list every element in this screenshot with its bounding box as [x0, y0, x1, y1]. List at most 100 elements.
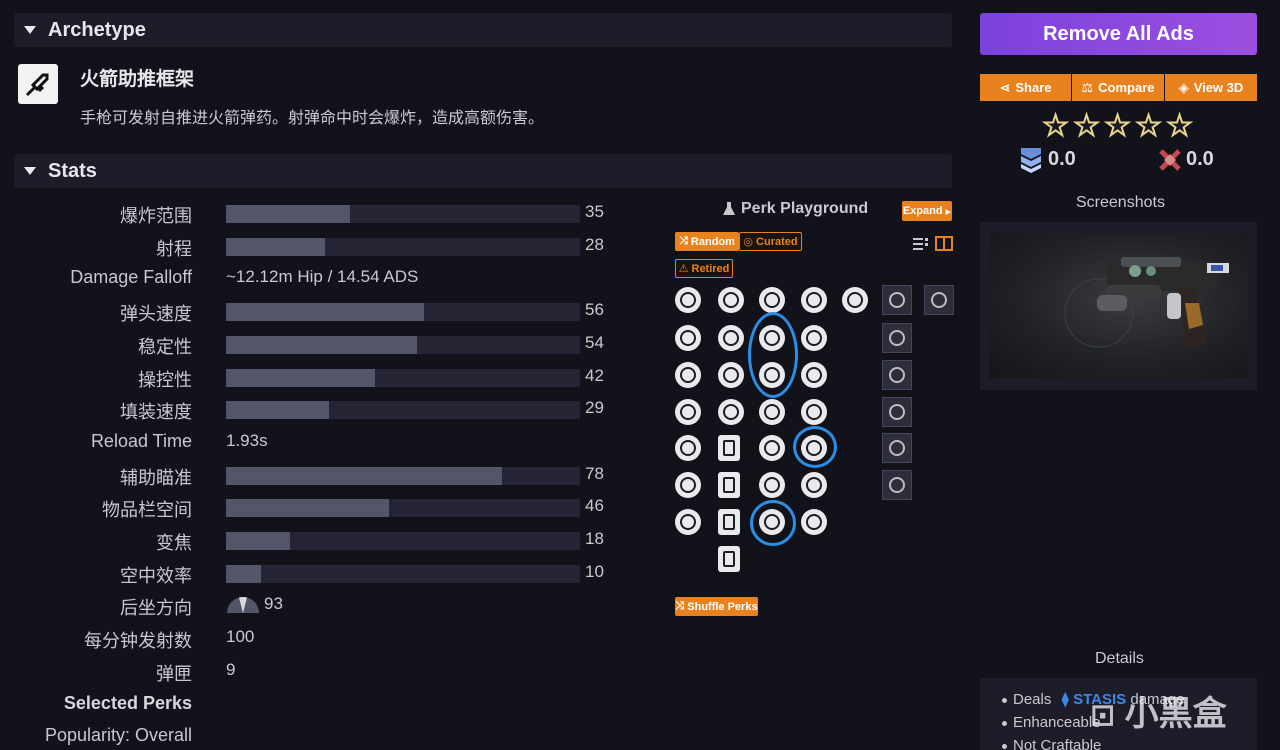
stat-value: 18 — [585, 529, 604, 548]
weapon-screenshot[interactable] — [989, 233, 1248, 378]
perk-icon[interactable] — [801, 472, 827, 498]
stat-label: 弹匣 — [156, 663, 192, 684]
perk-icon[interactable] — [675, 287, 701, 313]
stat-row: 空中效率 10 — [0, 557, 620, 587]
perk-icon[interactable] — [718, 509, 740, 535]
perk-icon[interactable] — [801, 287, 827, 313]
popularity-row: Popularity: Overall — [0, 720, 620, 750]
star-icon[interactable]: ★ — [1104, 111, 1131, 141]
star-icon[interactable]: ★ — [1073, 111, 1100, 141]
stat-row: Reload Time 1.93s — [0, 426, 620, 456]
star-icon[interactable]: ★ — [1166, 111, 1193, 141]
retired-button[interactable]: ⚠ Retired — [675, 259, 733, 278]
selected-perk-ring — [793, 426, 837, 468]
star-icon[interactable]: ★ — [1042, 111, 1069, 141]
random-button[interactable]: ⤨ Random — [675, 232, 739, 251]
stat-bar-fill — [226, 499, 389, 518]
grid-view-icon[interactable] — [935, 236, 953, 251]
mod-perk-icon[interactable] — [882, 433, 912, 463]
perk-icon[interactable] — [675, 509, 701, 535]
stat-row: 变焦 18 — [0, 524, 620, 554]
perk-icon[interactable] — [759, 435, 785, 461]
stasis-icon: ⧫ — [1061, 691, 1069, 708]
shuffle-perks-button[interactable]: ⤨ Shuffle Perks — [675, 597, 758, 616]
stats-header[interactable]: Stats — [14, 154, 952, 188]
perk-icon[interactable] — [675, 325, 701, 351]
perk-icon[interactable] — [718, 325, 744, 351]
stat-text-value: 100 — [226, 627, 255, 647]
mod-perk-icon[interactable] — [882, 323, 912, 353]
perk-icon[interactable] — [718, 362, 744, 388]
perk-icon[interactable] — [801, 325, 827, 351]
stat-label: 弹头速度 — [120, 304, 192, 325]
mod-perk-icon[interactable] — [882, 397, 912, 427]
stat-bar-fill — [226, 205, 350, 223]
stats-title: Stats — [48, 159, 97, 182]
stat-row: 弹头速度 56 — [0, 295, 620, 325]
detail-craftable: Not Craftable — [1002, 737, 1101, 750]
stat-value: 46 — [585, 496, 604, 516]
perk-icon[interactable] — [801, 509, 827, 535]
perk-icon[interactable] — [675, 399, 701, 425]
perk-icon[interactable] — [718, 287, 744, 313]
remove-ads-button[interactable]: Remove All Ads — [980, 13, 1257, 55]
flask-icon — [723, 202, 735, 215]
perk-icon[interactable] — [801, 399, 827, 425]
view-3d-button[interactable]: ◈ View 3D — [1165, 74, 1257, 101]
masterwork-icon[interactable] — [924, 285, 954, 315]
stat-value: 29 — [585, 398, 604, 418]
archetype-title: Archetype — [48, 18, 146, 41]
stat-bar — [226, 499, 580, 518]
perk-icon[interactable] — [718, 546, 740, 572]
stat-label: 后坐方向 — [120, 598, 192, 619]
stat-value: 10 — [585, 561, 604, 581]
stat-label: 每分钟发射数 — [84, 631, 192, 652]
screenshot-panel — [980, 222, 1257, 390]
perk-icon[interactable] — [675, 435, 701, 461]
perk-icon[interactable] — [801, 362, 827, 388]
stat-label: 填装速度 — [120, 402, 192, 423]
perk-icon[interactable] — [759, 287, 785, 313]
stat-row: 射程 28 — [0, 230, 620, 260]
selected-perks-label: Selected Perks — [63, 693, 192, 713]
archetype-name: 火箭助推框架 — [80, 69, 195, 90]
stat-bar-fill — [226, 401, 329, 420]
stat-row: 操控性 42 — [0, 361, 620, 391]
caret-down-icon — [24, 167, 36, 175]
stat-bar-fill — [226, 237, 326, 256]
selected-perk-ring — [748, 312, 798, 398]
curated-button[interactable]: ◎ Curated — [739, 232, 802, 251]
pistol-image — [1064, 257, 1229, 349]
stat-bar — [226, 303, 580, 322]
share-button[interactable]: ⋖ Share — [980, 74, 1071, 101]
mod-perk-icon[interactable] — [882, 285, 912, 315]
stat-value: 35 — [585, 202, 604, 221]
stat-row: 爆炸范围 35 — [0, 197, 620, 227]
perk-icon[interactable] — [675, 362, 701, 388]
perk-icon[interactable] — [718, 472, 740, 498]
compare-button[interactable]: ⚖ Compare — [1072, 74, 1164, 101]
stat-value: 54 — [585, 332, 604, 352]
stat-label: 操控性 — [138, 369, 192, 390]
list-view-icon[interactable] — [913, 237, 929, 251]
perk-icon[interactable] — [675, 472, 701, 498]
stat-bar — [226, 401, 580, 420]
archetype-header[interactable]: Archetype — [14, 13, 952, 47]
details-title: Details — [1095, 650, 1144, 667]
mod-perk-icon[interactable] — [882, 470, 912, 500]
perk-icon[interactable] — [759, 472, 785, 498]
popularity-label: Popularity: Overall — [44, 725, 192, 745]
star-icon[interactable]: ★ — [1135, 111, 1162, 141]
perk-icon[interactable] — [759, 399, 785, 425]
stat-bar — [226, 205, 580, 223]
stat-label: 变焦 — [156, 533, 192, 553]
perk-icon[interactable] — [718, 399, 744, 425]
recoil-value: 93 — [264, 594, 283, 614]
perk-icon[interactable] — [842, 287, 868, 313]
scale-icon: ⚖ — [1081, 79, 1094, 95]
perk-icon[interactable] — [718, 435, 740, 461]
stat-bar — [226, 368, 580, 387]
mod-perk-icon[interactable] — [882, 360, 912, 390]
stat-label: Reload Time — [90, 430, 192, 451]
expand-button[interactable]: Expand ▸ — [902, 201, 952, 221]
